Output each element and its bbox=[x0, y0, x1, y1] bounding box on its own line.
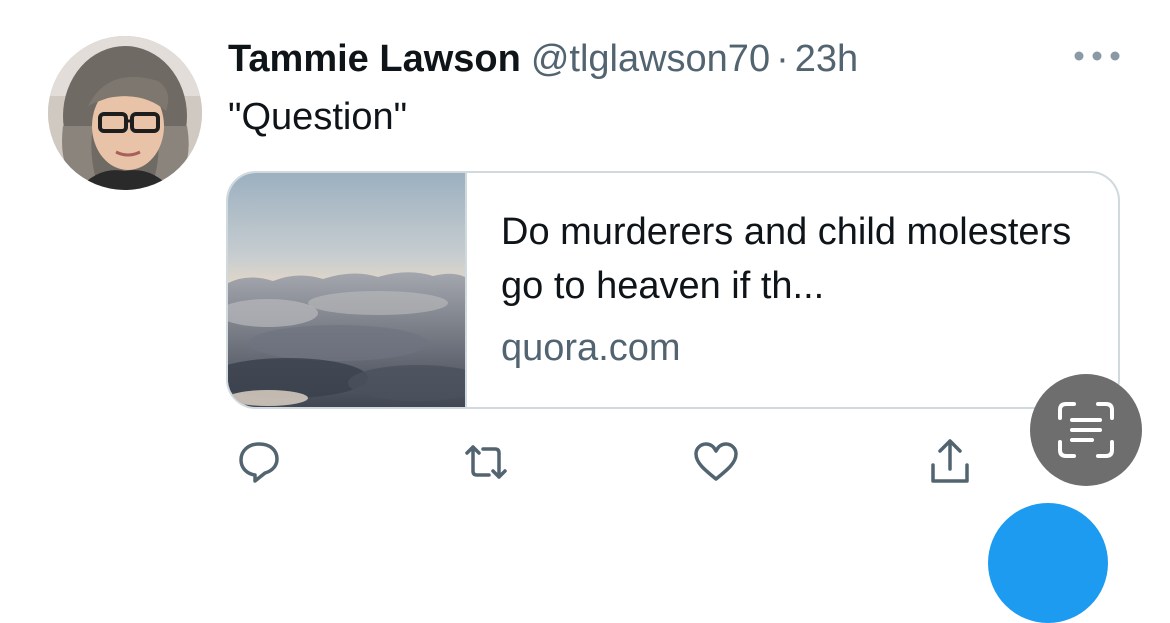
card-title: Do murderers and child molesters go to h… bbox=[501, 211, 1072, 307]
text-scan-icon bbox=[1058, 402, 1114, 458]
compose-button[interactable] bbox=[988, 503, 1108, 623]
like-button[interactable] bbox=[688, 434, 744, 490]
more-options-button[interactable] bbox=[1072, 44, 1122, 68]
card-image bbox=[228, 173, 467, 407]
heart-icon bbox=[694, 442, 738, 481]
text-scan-button[interactable] bbox=[1030, 374, 1142, 486]
tweet-text: "Question" bbox=[228, 96, 408, 138]
separator-dot: · bbox=[776, 38, 789, 80]
timestamp[interactable]: 23h bbox=[795, 38, 858, 80]
reply-icon bbox=[239, 442, 279, 483]
share-icon bbox=[931, 439, 969, 483]
link-card[interactable]: Do murderers and child molesters go to h… bbox=[226, 171, 1120, 409]
tweet-header: Tammie Lawson @tlglawson70 · 23h bbox=[228, 34, 858, 84]
share-button[interactable] bbox=[922, 434, 978, 490]
author-handle[interactable]: @tlglawson70 bbox=[531, 38, 770, 80]
reply-button[interactable] bbox=[231, 434, 287, 490]
author-display-name[interactable]: Tammie Lawson bbox=[228, 38, 521, 80]
more-icon bbox=[1074, 51, 1120, 61]
avatar[interactable] bbox=[48, 36, 202, 190]
retweet-icon bbox=[465, 445, 507, 479]
card-domain: quora.com bbox=[501, 327, 681, 369]
retweet-button[interactable] bbox=[458, 434, 514, 490]
